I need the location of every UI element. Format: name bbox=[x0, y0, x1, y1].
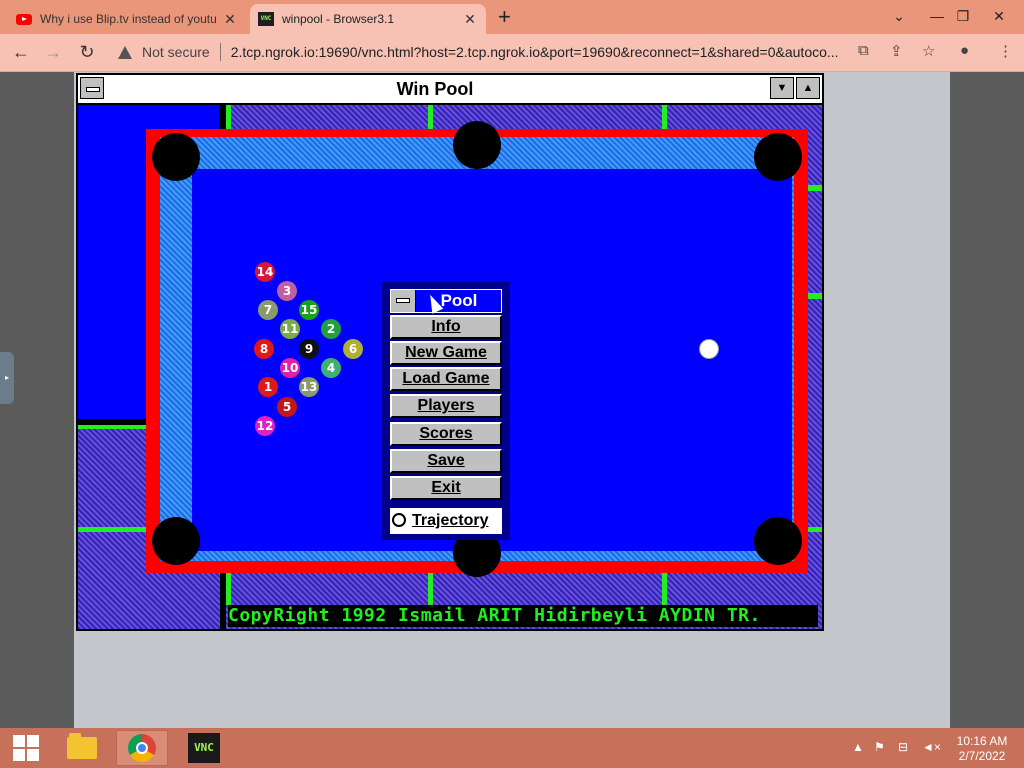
info-button[interactable]: Info bbox=[390, 315, 502, 339]
browser-tab-youtube[interactable]: Why i use Blip.tv instead of youtu ✕ bbox=[8, 4, 246, 34]
trajectory-radio[interactable] bbox=[392, 513, 406, 527]
pocket-bottom-right bbox=[754, 517, 802, 565]
bookmark-star-icon[interactable]: ☆ bbox=[922, 42, 935, 60]
pool-ball-9: 9 bbox=[299, 339, 319, 359]
trajectory-label: Trajectory bbox=[412, 512, 489, 529]
action-center-flag-icon[interactable]: ⚑ bbox=[874, 740, 885, 754]
reload-icon[interactable]: ↻ bbox=[76, 42, 98, 62]
pool-ball-12: 12 bbox=[255, 416, 275, 436]
cue-ball[interactable] bbox=[699, 339, 719, 359]
pool-menu-system-button[interactable] bbox=[391, 290, 416, 312]
network-icon[interactable]: ⊟ bbox=[898, 740, 908, 754]
address-bar[interactable]: Not secure 2.tcp.ngrok.io:19690/vnc.html… bbox=[110, 38, 856, 66]
forward-icon[interactable]: → bbox=[42, 42, 64, 62]
open-in-window-icon[interactable]: ⧉ bbox=[858, 42, 869, 59]
chrome-icon bbox=[128, 734, 156, 762]
windows-taskbar: VNC ▲ ⚑ ⊟ ◄× bbox=[0, 728, 1024, 768]
exit-button[interactable]: Exit bbox=[390, 476, 502, 500]
pool-ball-8: 8 bbox=[254, 339, 274, 359]
browser-toolbar: ← → ↻ Not secure 2.tcp.ngrok.io:19690/vn… bbox=[0, 34, 1024, 72]
folder-icon bbox=[67, 733, 97, 759]
browser-tab-winpool[interactable]: VNC winpool - Browser3.1 ✕ bbox=[250, 4, 486, 34]
pool-ball-4: 4 bbox=[321, 358, 341, 378]
file-explorer-button[interactable] bbox=[56, 730, 108, 766]
load-game-button[interactable]: Load Game bbox=[390, 367, 502, 391]
backdrop-line bbox=[806, 293, 822, 299]
system-menu-button[interactable] bbox=[80, 77, 104, 99]
page-content: ▸ Win Pool ▼ ▲ 14 3 7 15 11 2 8 9 6 10 4… bbox=[0, 72, 1024, 728]
warning-icon bbox=[118, 45, 132, 59]
pool-ball-3: 3 bbox=[277, 281, 297, 301]
youtube-icon bbox=[16, 11, 32, 27]
pocket-top-center bbox=[453, 121, 501, 169]
pool-ball-7: 7 bbox=[258, 300, 278, 320]
pool-ball-11: 11 bbox=[280, 319, 300, 339]
volume-muted-icon[interactable]: ◄× bbox=[922, 740, 941, 754]
share-icon[interactable]: ⇪ bbox=[890, 42, 903, 60]
pool-ball-15: 15 bbox=[299, 300, 319, 320]
tab-title: winpool - Browser3.1 bbox=[282, 12, 395, 26]
pool-ball-5: 5 bbox=[277, 397, 297, 417]
trajectory-option[interactable]: Trajectory bbox=[390, 508, 502, 534]
winpool-title-bar[interactable]: Win Pool ▼ ▲ bbox=[78, 75, 822, 105]
browser-tab-strip: Why i use Blip.tv instead of youtu ✕ VNC… bbox=[0, 0, 1024, 34]
players-button[interactable]: Players bbox=[390, 394, 502, 418]
copyright-banner: CopyRight 1992 Ismail ARIT Hidirbeyli AY… bbox=[228, 605, 818, 627]
back-icon[interactable]: ← bbox=[10, 42, 32, 62]
minimize-arrow-icon[interactable]: ▼ bbox=[770, 77, 794, 99]
pool-ball-6: 6 bbox=[343, 339, 363, 359]
vnc-icon: VNC bbox=[258, 11, 274, 27]
window-title: Win Pool bbox=[396, 79, 474, 99]
pocket-top-right bbox=[754, 133, 802, 181]
clock-time: 10:16 AM bbox=[956, 734, 1008, 748]
tab-title: Why i use Blip.tv instead of youtu bbox=[40, 12, 217, 26]
backdrop-line bbox=[806, 185, 822, 191]
pool-ball-1: 1 bbox=[258, 377, 278, 397]
profile-icon[interactable]: ● bbox=[960, 42, 969, 59]
chrome-taskbar-button[interactable] bbox=[116, 730, 168, 766]
start-button[interactable] bbox=[0, 730, 52, 766]
show-hidden-icons[interactable]: ▲ bbox=[852, 740, 864, 754]
close-window-icon[interactable]: ✕ bbox=[976, 0, 1022, 32]
pool-menu-dialog: Pool Info New Game Load Game Players Sco… bbox=[382, 282, 510, 540]
pool-menu-title-bar[interactable]: Pool bbox=[390, 289, 502, 313]
pool-ball-10: 10 bbox=[280, 358, 300, 378]
maximize-arrow-icon[interactable]: ▲ bbox=[796, 77, 820, 99]
pool-ball-2: 2 bbox=[321, 319, 341, 339]
divider bbox=[219, 43, 221, 61]
new-game-button[interactable]: New Game bbox=[390, 341, 502, 365]
clock-date: 2/7/2022 bbox=[958, 749, 1006, 763]
vnc-control-bar-handle[interactable]: ▸ bbox=[0, 352, 14, 404]
pool-ball-14: 14 bbox=[255, 262, 275, 282]
pocket-top-left bbox=[152, 133, 200, 181]
winpool-window: Win Pool ▼ ▲ 14 3 7 15 11 2 8 9 6 10 4 1… bbox=[76, 73, 824, 631]
vnc-taskbar-button[interactable]: VNC bbox=[178, 730, 230, 766]
game-area[interactable]: 14 3 7 15 11 2 8 9 6 10 4 1 13 5 12 Copy… bbox=[78, 105, 822, 629]
close-tab-icon[interactable]: ✕ bbox=[462, 11, 478, 28]
taskbar-clock[interactable]: 10:16 AM 2/7/2022 bbox=[944, 734, 1020, 764]
close-tab-icon[interactable]: ✕ bbox=[222, 11, 238, 28]
scores-button[interactable]: Scores bbox=[390, 422, 502, 446]
menu-kebab-icon[interactable]: ⋮ bbox=[998, 42, 1013, 60]
windows-logo-icon bbox=[13, 735, 39, 761]
backdrop-line bbox=[78, 425, 146, 429]
pool-ball-13: 13 bbox=[299, 377, 319, 397]
security-label: Not secure bbox=[142, 44, 210, 60]
new-tab-button[interactable]: + bbox=[498, 6, 511, 28]
save-button[interactable]: Save bbox=[390, 449, 502, 473]
pocket-bottom-left bbox=[152, 517, 200, 565]
url-text[interactable]: 2.tcp.ngrok.io:19690/vnc.html?host=2.tcp… bbox=[231, 44, 851, 60]
vnc-app-icon: VNC bbox=[188, 733, 220, 763]
